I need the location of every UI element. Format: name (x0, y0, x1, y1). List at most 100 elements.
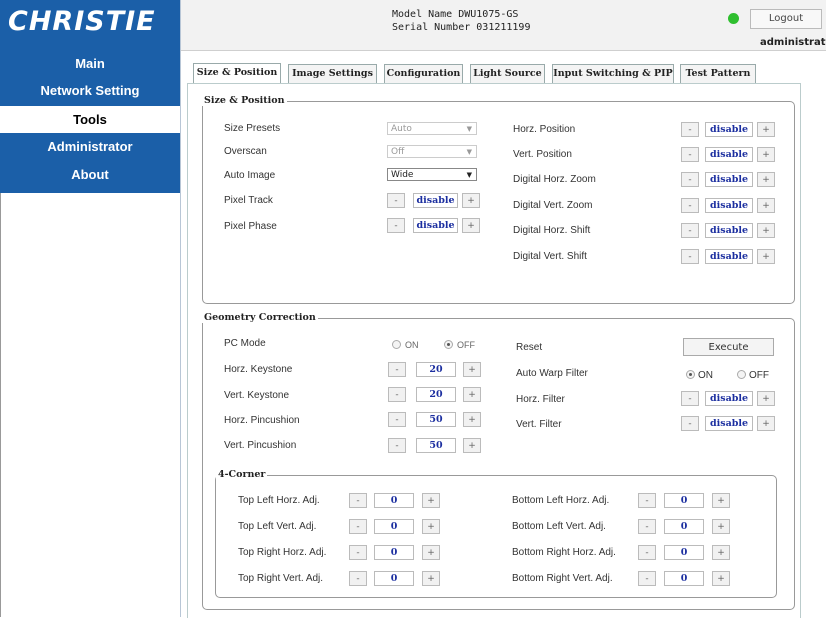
top-left-vert-adj-minus-button[interactable]: - (349, 519, 367, 534)
vert-pincushion-minus-button[interactable]: - (388, 438, 406, 453)
vert-position-plus-button[interactable]: + (757, 147, 775, 162)
horz-filter-value: disable (705, 391, 753, 406)
bottom-right-vert-adj-plus-button[interactable]: + (712, 571, 730, 586)
vert-pincushion-plus-button[interactable]: + (463, 438, 481, 453)
pixel-track-label: Pixel Track (224, 195, 273, 206)
vert-keystone-value: 20 (416, 387, 456, 402)
digital-vert-zoom-label: Digital Vert. Zoom (513, 200, 593, 211)
bottom-left-vert-adj-minus-button[interactable]: - (638, 519, 656, 534)
pixel-phase-minus-button[interactable]: - (387, 218, 405, 233)
pixel-phase-plus-button[interactable]: + (462, 218, 480, 233)
nav-item-administrator[interactable]: Administrator (0, 137, 180, 157)
horz-pincushion-minus-button[interactable]: - (388, 412, 406, 427)
bottom-right-horz-adj-minus-button[interactable]: - (638, 545, 656, 560)
bottom-left-horz-adj-plus-button[interactable]: + (712, 493, 730, 508)
vert-filter-minus-button[interactable]: - (681, 416, 699, 431)
pixel-track-plus-button[interactable]: + (462, 193, 480, 208)
top-right-vert-adj-value: 0 (374, 571, 414, 586)
overscan-label: Overscan (224, 146, 267, 157)
tab-test-pattern[interactable]: Test Pattern (680, 64, 756, 83)
bottom-left-horz-adj-minus-button[interactable]: - (638, 493, 656, 508)
pixel-track-minus-button[interactable]: - (387, 193, 405, 208)
horz-filter-plus-button[interactable]: + (757, 391, 775, 406)
vert-pincushion-label: Vert. Pincushion (224, 440, 297, 451)
top-right-vert-adj-minus-button[interactable]: - (349, 571, 367, 586)
digital-vert-shift-minus-button[interactable]: - (681, 249, 699, 264)
nav-item-about[interactable]: About (0, 165, 180, 185)
digital-horz-zoom-plus-button[interactable]: + (757, 172, 775, 187)
tab-configuration[interactable]: Configuration (384, 64, 463, 83)
vert-keystone-minus-button[interactable]: - (388, 387, 406, 402)
vert-position-minus-button[interactable]: - (681, 147, 699, 162)
vert-filter-value: disable (705, 416, 753, 431)
vert-pincushion-value: 50 (416, 438, 456, 453)
horz-pincushion-plus-button[interactable]: + (463, 412, 481, 427)
tab-image-settings[interactable]: Image Settings (288, 64, 377, 83)
bottom-left-vert-adj-plus-button[interactable]: + (712, 519, 730, 534)
auto-warp-filter-label: Auto Warp Filter (516, 368, 588, 379)
pc-mode-on-label: ON (405, 340, 419, 350)
horz-position-minus-button[interactable]: - (681, 122, 699, 137)
reset-label: Reset (516, 342, 543, 353)
vert-keystone-plus-button[interactable]: + (463, 387, 481, 402)
bottom-right-horz-adj-plus-button[interactable]: + (712, 545, 730, 560)
digital-horz-zoom-minus-button[interactable]: - (681, 172, 699, 187)
vert-filter-plus-button[interactable]: + (757, 416, 775, 431)
horz-position-label: Horz. Position (513, 124, 576, 135)
pixel-track-value: disable (413, 193, 458, 208)
pc-mode-off-label: OFF (457, 340, 475, 350)
execute-button[interactable]: Execute (683, 338, 774, 356)
digital-vert-zoom-plus-button[interactable]: + (757, 198, 775, 213)
tab-input-switching-pip[interactable]: Input Switching & PIP (552, 64, 674, 83)
top-left-horz-adj-minus-button[interactable]: - (349, 493, 367, 508)
top-right-vert-adj-label: Top Right Vert. Adj. (238, 573, 324, 584)
size-presets-label: Size Presets (224, 123, 281, 134)
status-indicator-icon (728, 13, 739, 24)
top-right-vert-adj-plus-button[interactable]: + (422, 571, 440, 586)
pc-mode-on-radio[interactable] (392, 340, 401, 349)
chevron-down-icon: ▼ (466, 125, 472, 133)
digital-horz-shift-plus-button[interactable]: + (757, 223, 775, 238)
overscan-select[interactable]: Off ▼ (387, 145, 477, 158)
nav-item-network-setting[interactable]: Network Setting (0, 81, 180, 101)
top-left-horz-adj-value: 0 (374, 493, 414, 508)
nav-item-main[interactable]: Main (0, 54, 180, 74)
auto-image-select[interactable]: Wide ▼ (387, 168, 477, 181)
digital-horz-shift-value: disable (705, 223, 753, 238)
horz-filter-minus-button[interactable]: - (681, 391, 699, 406)
bottom-left-vert-adj-label: Bottom Left Vert. Adj. (512, 521, 606, 532)
geometry-correction-title: Geometry Correction (202, 312, 318, 323)
size-presets-select[interactable]: Auto ▼ (387, 122, 477, 135)
size-position-title: Size & Position (202, 95, 287, 106)
top-right-horz-adj-value: 0 (374, 545, 414, 560)
chevron-down-icon: ▼ (466, 171, 472, 179)
digital-vert-zoom-minus-button[interactable]: - (681, 198, 699, 213)
nav-item-tools[interactable]: Tools (0, 106, 180, 133)
auto-warp-off-radio[interactable] (737, 370, 746, 379)
logout-button[interactable]: Logout (750, 9, 822, 29)
top-left-vert-adj-plus-button[interactable]: + (422, 519, 440, 534)
horz-keystone-minus-button[interactable]: - (388, 362, 406, 377)
pc-mode-off-radio[interactable] (444, 340, 453, 349)
digital-vert-shift-plus-button[interactable]: + (757, 249, 775, 264)
horz-position-plus-button[interactable]: + (757, 122, 775, 137)
tab-light-source[interactable]: Light Source (470, 64, 545, 83)
horz-keystone-label: Horz. Keystone (224, 364, 293, 375)
auto-image-value: Wide (391, 170, 414, 180)
top-left-horz-adj-plus-button[interactable]: + (422, 493, 440, 508)
horz-filter-label: Horz. Filter (516, 394, 565, 405)
horz-keystone-plus-button[interactable]: + (463, 362, 481, 377)
bottom-left-horz-adj-label: Bottom Left Horz. Adj. (512, 495, 610, 506)
top-right-horz-adj-plus-button[interactable]: + (422, 545, 440, 560)
digital-horz-zoom-value: disable (705, 172, 753, 187)
auto-warp-on-radio[interactable] (686, 370, 695, 379)
digital-horz-zoom-label: Digital Horz. Zoom (513, 174, 596, 185)
tab-size-position[interactable]: Size & Position (193, 63, 281, 84)
auto-image-label: Auto Image (224, 170, 276, 181)
chevron-down-icon: ▼ (466, 148, 472, 156)
digital-horz-shift-minus-button[interactable]: - (681, 223, 699, 238)
horz-keystone-value: 20 (416, 362, 456, 377)
top-right-horz-adj-minus-button[interactable]: - (349, 545, 367, 560)
bottom-right-vert-adj-minus-button[interactable]: - (638, 571, 656, 586)
sidebar-nav: Main Network Setting Tools Administrator… (0, 50, 180, 193)
